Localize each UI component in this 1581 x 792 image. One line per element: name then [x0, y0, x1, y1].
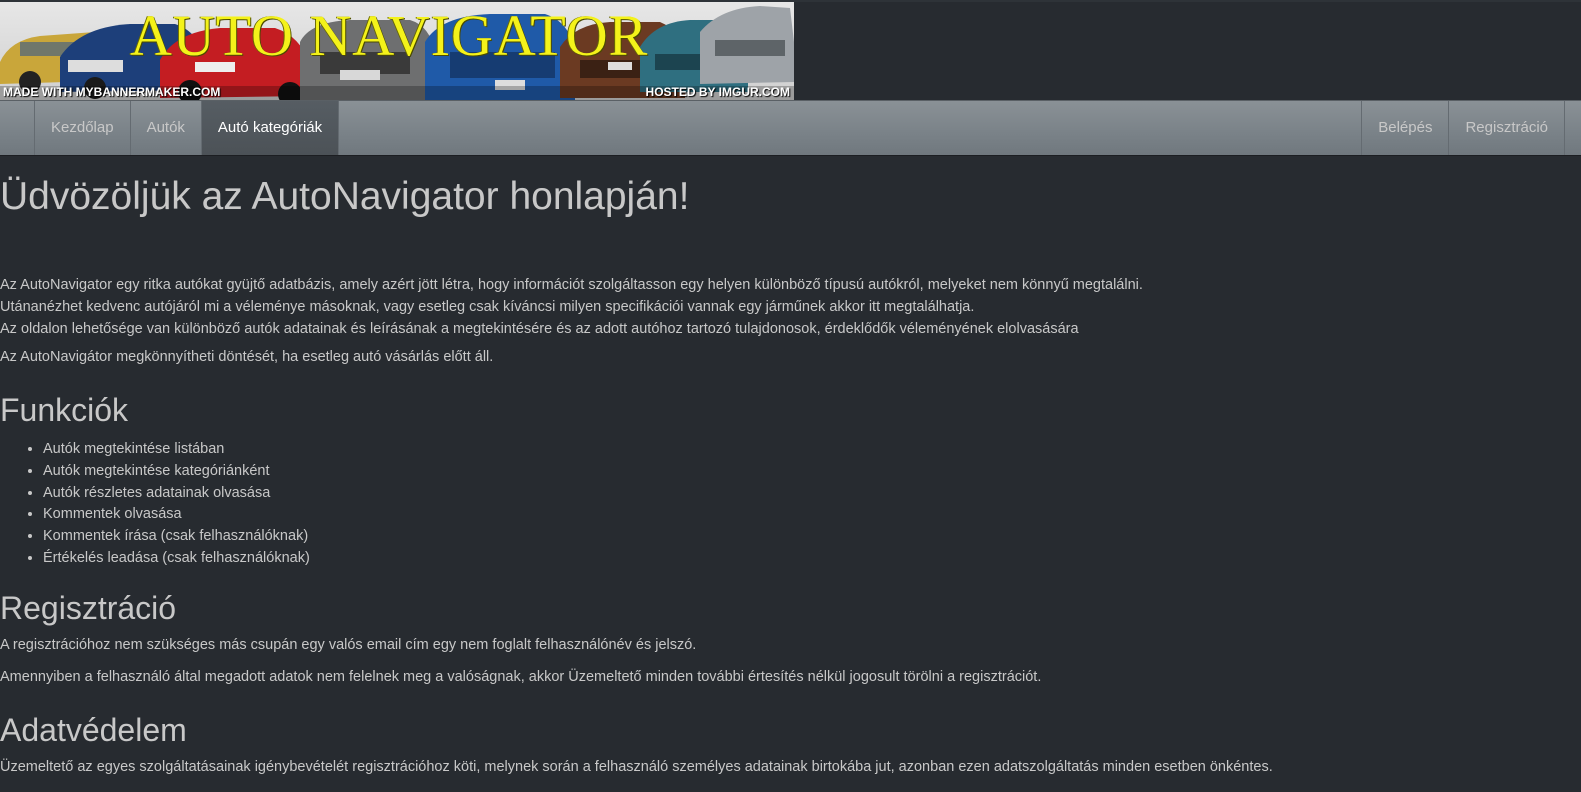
banner-title: AUTO NAVIGATOR	[130, 3, 649, 68]
registration-heading: Regisztráció	[0, 590, 177, 626]
intro-paragraph: Utánanézhet kedvenc autójáról mi a vélem…	[0, 299, 975, 315]
main-content: Üdvözöljük az AutoNavigator honlapján! A…	[0, 156, 1581, 792]
privacy-paragraph: Üzemeltető az egyes szolgáltatásainak ig…	[0, 759, 1273, 775]
list-item: Értékelés leadása (csak felhasználóknak)	[43, 548, 310, 570]
list-item: Autók megtekintése kategóriánként	[43, 461, 310, 483]
car-silhouette	[700, 6, 794, 84]
functions-heading: Funkciók	[0, 392, 129, 428]
list-item: Kommentek írása (csak felhasználóknak)	[43, 526, 310, 548]
registration-paragraph: Amennyiben a felhasználó által megadott …	[0, 669, 1042, 685]
list-item: Kommentek olvasása	[43, 504, 310, 526]
banner-caption-left: MADE WITH MYBANNERMAKER.COM	[3, 85, 221, 99]
intro-paragraph: Az AutoNavigator egy ritka autókat gyüjt…	[0, 277, 1143, 293]
nav-right-group: Belépés Regisztráció	[1361, 101, 1565, 155]
nav-item-belepes[interactable]: Belépés	[1362, 101, 1450, 155]
intro-paragraph: Az oldalon lehetősége van különböző autó…	[0, 321, 1079, 337]
nav-left-group: Kezdőlap Autók Autó kategóriák	[34, 101, 340, 155]
list-item: Autók megtekintése listában	[43, 439, 310, 461]
main-navbar: Kezdőlap Autók Autó kategóriák Belépés R…	[0, 100, 1581, 156]
nav-item-autok[interactable]: Autók	[131, 101, 202, 155]
site-banner[interactable]: AUTO NAVIGATOR MADE WITH MYBANNERMAKER.C…	[0, 2, 794, 100]
page-title: Üdvözöljük az AutoNavigator honlapján!	[0, 175, 690, 218]
nav-item-regisztracio[interactable]: Regisztráció	[1449, 101, 1565, 155]
nav-item-kezdolap[interactable]: Kezdőlap	[35, 101, 131, 155]
list-item: Autók részletes adatainak olvasása	[43, 483, 310, 505]
intro-text: Az AutoNavigator egy ritka autókat gyüjt…	[0, 274, 1143, 340]
banner-caption-right: HOSTED BY IMGUR.COM	[645, 85, 790, 99]
privacy-heading: Adatvédelem	[0, 712, 187, 748]
nav-item-auto-kategoriak[interactable]: Autó kategóriák	[201, 101, 340, 155]
functions-list: Autók megtekintése listában Autók megtek…	[0, 439, 310, 570]
intro-last-paragraph: Az AutoNavigátor megkönnyítheti döntését…	[0, 349, 494, 365]
registration-paragraph: A regisztrációhoz nem szükséges más csup…	[0, 637, 697, 653]
